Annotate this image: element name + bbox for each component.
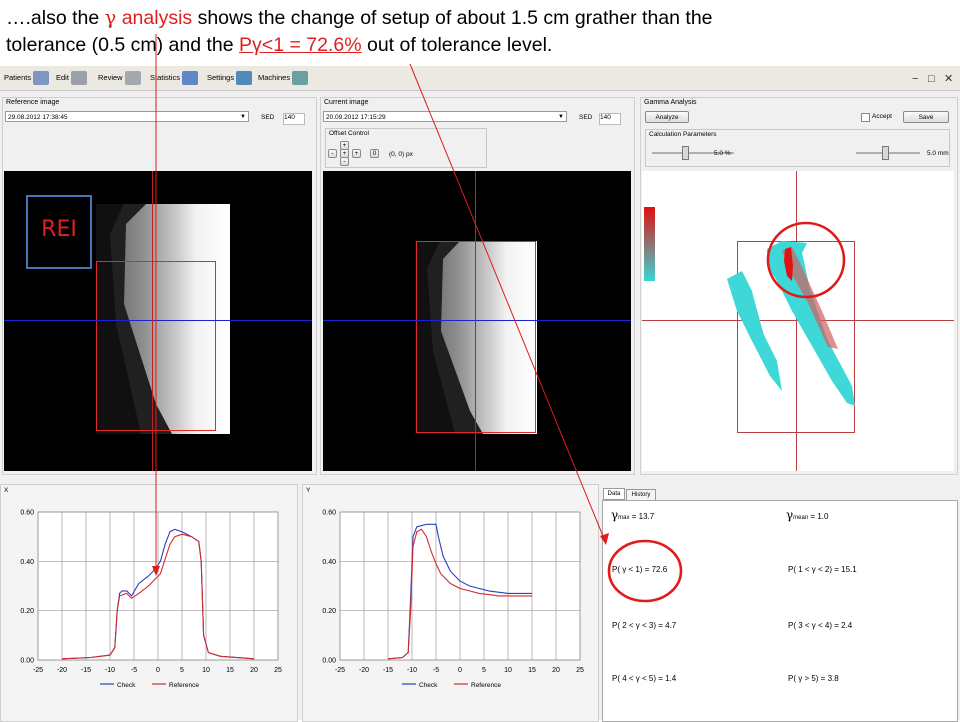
annotation-arrowhead-p-value xyxy=(600,533,609,545)
annotation-arrowhead-x-profile xyxy=(152,566,160,576)
annotation-circle-p-value xyxy=(607,539,683,603)
annotation-overlay xyxy=(152,34,846,603)
annotation-arrow-p-value xyxy=(409,63,606,542)
annotation-circle-gamma-map xyxy=(766,221,846,299)
